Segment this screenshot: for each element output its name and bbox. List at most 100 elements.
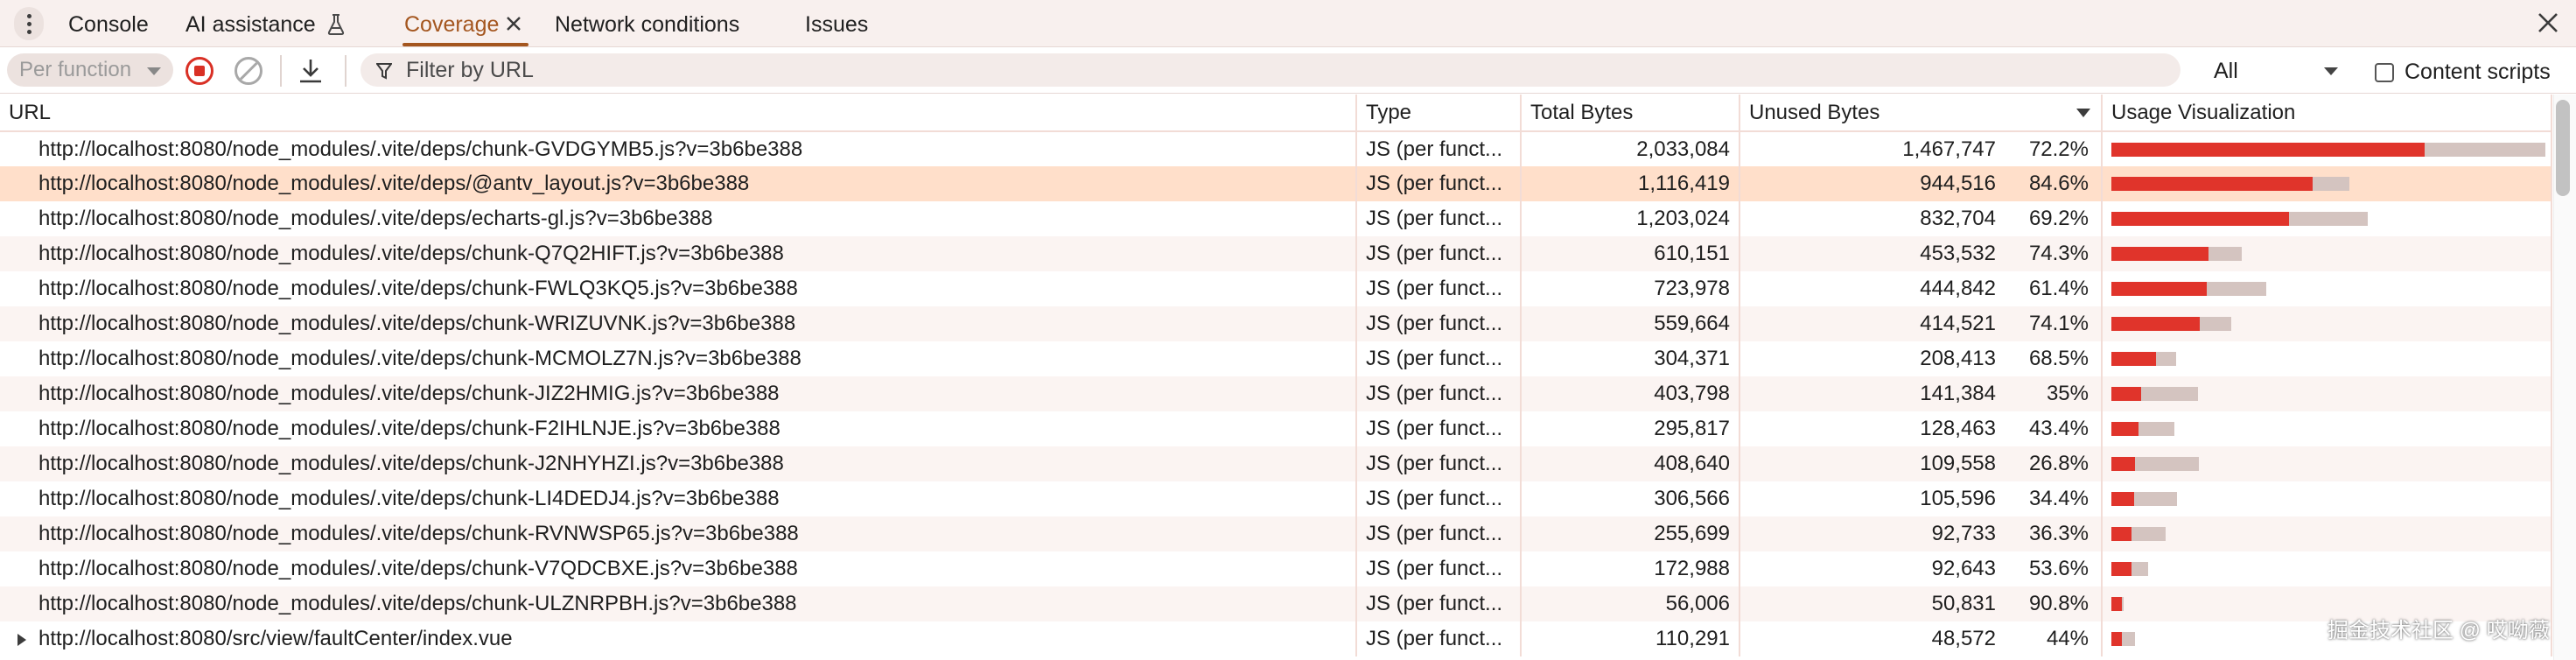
clear-icon[interactable] (234, 57, 262, 85)
usage-visualization-cell (2102, 516, 2552, 551)
unused-bytes-value: 141,384 (1920, 382, 1996, 405)
column-header-total-bytes[interactable]: Total Bytes (1521, 95, 1740, 132)
panel-tab-bar: Console AI assistance Coverage Network c… (0, 0, 2576, 47)
url-text: http://localhost:8080/node_modules/.vite… (38, 487, 780, 510)
url-cell: http://localhost:8080/node_modules/.vite… (0, 236, 1357, 271)
active-tab-indicator (402, 43, 528, 46)
unused-bytes-value: 105,596 (1920, 487, 1996, 510)
tab-ai-assistance[interactable]: AI assistance (186, 0, 316, 47)
type-cell: JS (per funct... (1356, 516, 1522, 551)
column-header-usage-visualization[interactable]: Usage Visualization (2102, 95, 2552, 132)
usage-bar (2111, 177, 2350, 191)
usage-bar-unused-segment (2111, 562, 2132, 576)
table-row[interactable]: http://localhost:8080/node_modules/.vite… (0, 166, 2552, 201)
usage-bar (2111, 247, 2242, 261)
usage-visualization-cell (2102, 236, 2552, 271)
type-cell: JS (per funct... (1356, 376, 1522, 411)
type-cell: JS (per funct... (1356, 341, 1522, 376)
unused-bytes-value: 944,516 (1920, 172, 1996, 195)
table-row[interactable]: http://localhost:8080/node_modules/.vite… (0, 411, 2552, 446)
unused-bytes-cell: 50,831 90.8% (1740, 586, 2103, 621)
total-bytes-cell: 110,291 (1521, 621, 1740, 656)
usage-bar-unused-segment (2111, 282, 2207, 296)
usage-visualization-cell (2102, 271, 2552, 306)
usage-visualization-cell (2102, 201, 2552, 236)
close-icon[interactable] (2536, 9, 2560, 37)
usage-bar-unused-segment (2111, 387, 2142, 401)
table-row[interactable]: http://localhost:8080/node_modules/.vite… (0, 481, 2552, 516)
url-text: http://localhost:8080/node_modules/.vite… (38, 312, 796, 335)
usage-bar-unused-segment (2111, 527, 2132, 541)
url-cell: http://localhost:8080/node_modules/.vite… (0, 166, 1357, 201)
usage-bar-unused-segment (2111, 457, 2135, 471)
scrollbar-thumb[interactable] (2556, 100, 2570, 196)
table-row[interactable]: http://localhost:8080/node_modules/.vite… (0, 201, 2552, 236)
type-cell: JS (per funct... (1356, 586, 1522, 621)
usage-visualization-cell (2102, 551, 2552, 586)
content-scripts-label[interactable]: Content scripts (2404, 53, 2551, 88)
close-icon[interactable] (504, 12, 525, 35)
table-row[interactable]: http://localhost:8080/node_modules/.vite… (0, 446, 2552, 481)
url-text: http://localhost:8080/node_modules/.vite… (38, 277, 798, 300)
unused-bytes-cell: 444,842 61.4% (1740, 271, 2103, 306)
unused-percent: 26.8% (2028, 452, 2089, 475)
total-bytes-cell: 403,798 (1521, 376, 1740, 411)
type-cell: JS (per funct... (1356, 306, 1522, 341)
url-filter-input[interactable] (406, 53, 2138, 87)
table-row[interactable]: http://localhost:8080/node_modules/.vite… (0, 271, 2552, 306)
url-cell: http://localhost:8080/node_modules/.vite… (0, 376, 1357, 411)
tab-issues[interactable]: Issues (805, 0, 868, 47)
table-row[interactable]: http://localhost:8080/node_modules/.vite… (0, 586, 2552, 621)
unused-bytes-cell: 109,558 26.8% (1740, 446, 2103, 481)
unused-percent: 68.5% (2028, 347, 2089, 370)
usage-bar (2111, 212, 2369, 226)
table-row[interactable]: http://localhost:8080/node_modules/.vite… (0, 341, 2552, 376)
unused-bytes-cell: 105,596 34.4% (1740, 481, 2103, 516)
table-row[interactable]: http://localhost:8080/node_modules/.vite… (0, 131, 2552, 166)
table-row[interactable]: http://localhost:8080/node_modules/.vite… (0, 306, 2552, 341)
usage-bar (2111, 282, 2266, 296)
download-icon[interactable] (296, 55, 326, 87)
unused-bytes-value: 1,467,747 (1902, 137, 1996, 161)
content-scripts-checkbox[interactable] (2375, 63, 2394, 82)
type-cell: JS (per funct... (1356, 236, 1522, 271)
content-type-select[interactable]: All (2202, 53, 2347, 87)
unused-percent: 35% (2046, 382, 2089, 405)
usage-visualization-cell (2102, 166, 2552, 201)
unused-bytes-cell: 128,463 43.4% (1740, 411, 2103, 446)
tab-coverage[interactable]: Coverage (404, 0, 499, 47)
table-row[interactable]: http://localhost:8080/node_modules/.vite… (0, 551, 2552, 586)
usage-bar (2111, 457, 2199, 471)
tab-network-conditions[interactable]: Network conditions (555, 0, 739, 47)
table-row[interactable]: http://localhost:8080/node_modules/.vite… (0, 516, 2552, 551)
type-cell: JS (per funct... (1356, 271, 1522, 306)
type-cell: JS (per funct... (1356, 551, 1522, 586)
coverage-type-select[interactable]: Per function (7, 53, 173, 87)
column-header-type[interactable]: Type (1356, 95, 1522, 132)
usage-bar (2111, 597, 2124, 611)
unused-bytes-cell: 944,516 84.6% (1740, 166, 2103, 201)
url-text: http://localhost:8080/node_modules/.vite… (38, 522, 799, 545)
usage-bar-unused-segment (2111, 317, 2201, 331)
unused-percent: 72.2% (2028, 137, 2089, 161)
kebab-icon[interactable] (14, 7, 44, 40)
flask-icon (327, 14, 345, 35)
type-cell: JS (per funct... (1356, 201, 1522, 236)
unused-bytes-cell: 1,467,747 72.2% (1740, 131, 2103, 166)
column-header-url[interactable]: URL (0, 95, 1357, 132)
tab-console[interactable]: Console (68, 0, 149, 47)
expand-arrow-icon[interactable] (18, 634, 26, 646)
usage-bar (2111, 492, 2177, 506)
column-header-unused-bytes[interactable]: Unused Bytes (1740, 95, 2103, 132)
usage-visualization-cell (2102, 446, 2552, 481)
total-bytes-cell: 408,640 (1521, 446, 1740, 481)
unused-bytes-value: 414,521 (1920, 312, 1996, 335)
table-row[interactable]: http://localhost:8080/src/view/faultCent… (0, 621, 2552, 656)
record-stop-icon[interactable] (186, 57, 214, 85)
unused-percent: 69.2% (2028, 207, 2089, 230)
url-text: http://localhost:8080/node_modules/.vite… (38, 347, 802, 370)
table-row[interactable]: http://localhost:8080/node_modules/.vite… (0, 376, 2552, 411)
unused-bytes-cell: 48,572 44% (1740, 621, 2103, 656)
table-row[interactable]: http://localhost:8080/node_modules/.vite… (0, 236, 2552, 271)
usage-bar-unused-segment (2111, 247, 2208, 261)
